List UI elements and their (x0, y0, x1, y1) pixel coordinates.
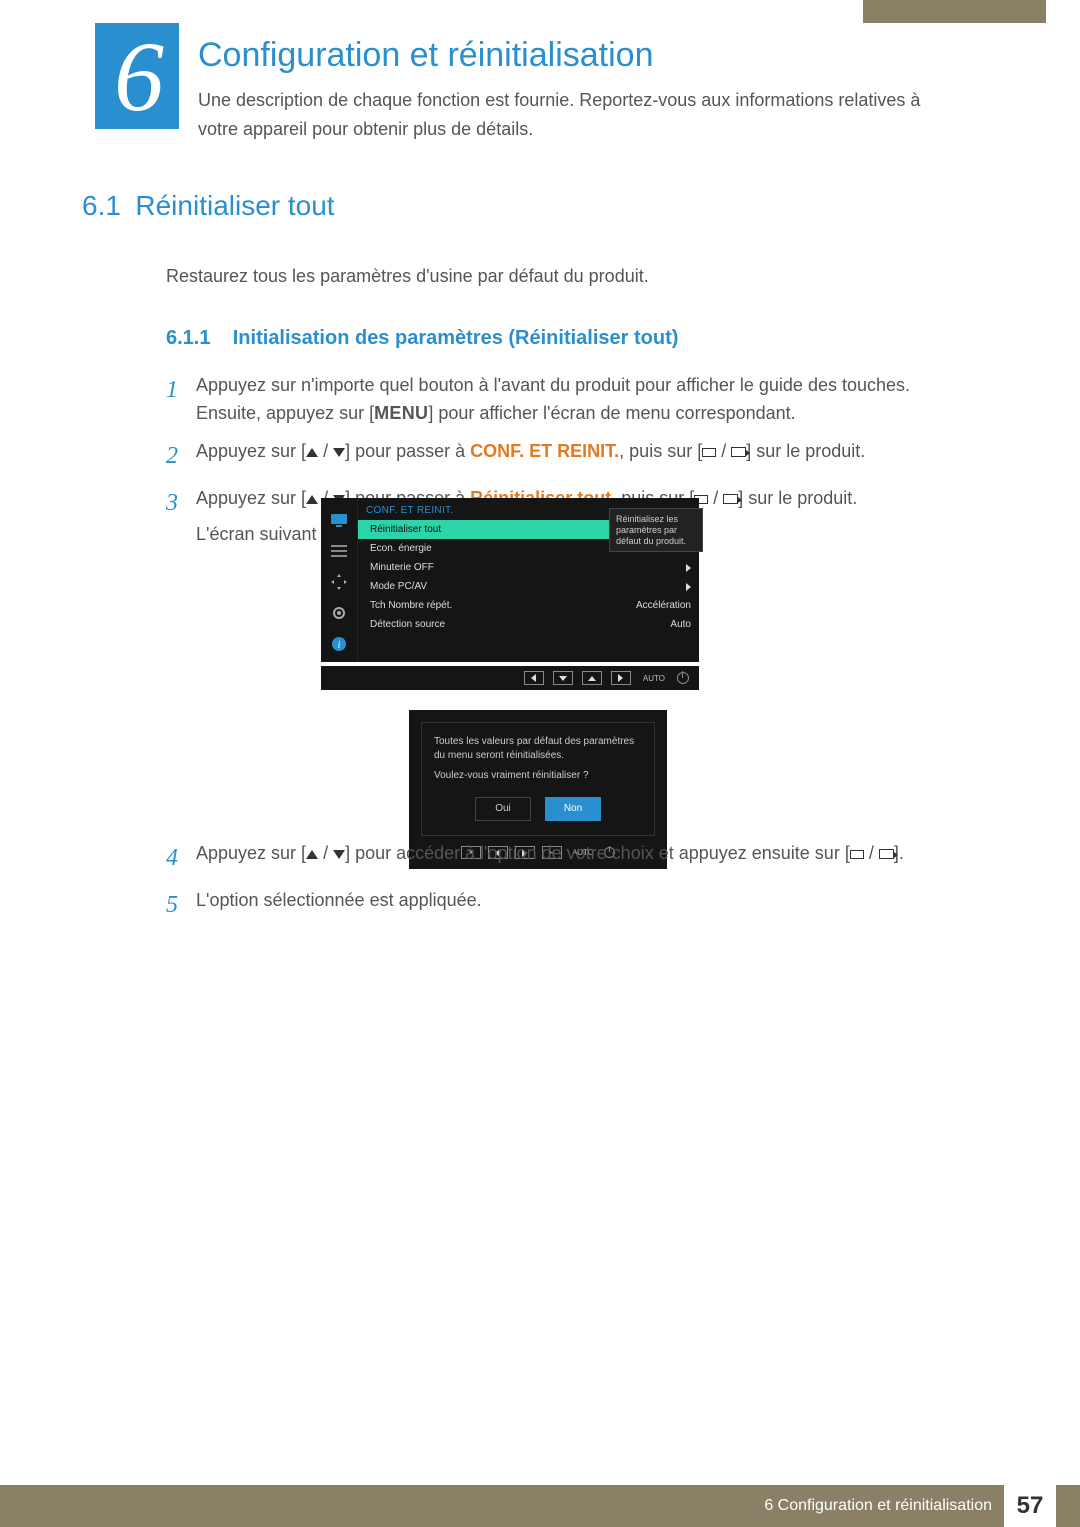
enter-icon (731, 447, 746, 457)
confirm-button-row: Oui Non (434, 797, 642, 821)
info-icon: i (328, 634, 350, 654)
down-arrow-icon (333, 448, 345, 457)
section-number: 6.1 (82, 190, 121, 221)
up-arrow-icon (306, 495, 318, 504)
chapter-number: 6 (114, 19, 160, 134)
up-arrow-icon (306, 850, 318, 859)
confirm-text-2: Voulez-vous vraiment réinitialiser ? (434, 769, 642, 783)
nav-down-icon (553, 671, 573, 685)
enter-icon (723, 494, 738, 504)
menu-key-label: MENU (374, 403, 428, 423)
screen-icon (702, 448, 716, 457)
power-icon (677, 672, 689, 684)
step-number: 5 (166, 887, 196, 924)
screen-icon (850, 850, 864, 859)
move-icon (328, 572, 350, 592)
osd-icon-column: i (321, 498, 358, 662)
subsection-number: 6.1.1 (166, 327, 210, 349)
step-text: L'option sélectionnée est appliquée. (196, 887, 962, 915)
subsection-title: 6.1.1 Initialisation des paramètres (Réi… (166, 327, 962, 350)
highlight-conf-et-reinit: CONF. ET REINIT. (470, 441, 619, 461)
confirm-yes-button: Oui (475, 797, 531, 821)
down-arrow-icon (333, 850, 345, 859)
step-number: 4 (166, 840, 196, 877)
section-description: Restaurez tous les paramètres d'usine pa… (166, 266, 962, 287)
chapter-number-box: 6 (95, 23, 179, 129)
osd-row-label: Econ. énergie (370, 543, 432, 554)
nav-right-icon (611, 671, 631, 685)
step-number: 2 (166, 438, 196, 475)
subsection-title-text: Initialisation des paramètres (Réinitial… (233, 327, 679, 349)
footer: 6 Configuration et réinitialisation 57 (0, 1485, 1080, 1527)
step-5: 5 L'option sélectionnée est appliquée. (166, 887, 962, 924)
osd-row: Détection source Auto (358, 615, 699, 634)
osd-row-value: Accélération (636, 600, 691, 611)
osd-tooltip: Réinitialisez les paramètres par défaut … (609, 508, 703, 552)
gear-icon (328, 603, 350, 623)
step-number: 3 (166, 485, 196, 522)
step-text: Appuyez sur n'importe quel bouton à l'av… (196, 372, 962, 428)
list-icon (328, 541, 350, 561)
osd-row-value: Auto (670, 619, 691, 630)
monitor-icon (328, 510, 350, 530)
svg-text:i: i (338, 640, 341, 651)
step-4: 4 Appuyez sur [ / ] pour accéder à l'opt… (166, 840, 962, 877)
chapter-description: Une description de chaque fonction est f… (198, 86, 938, 144)
nav-up-icon (582, 671, 602, 685)
confirm-no-button: Non (545, 797, 601, 821)
osd-menu-screenshot: i CONF. ET REINIT. Réinitialiser tout Ec… (321, 498, 699, 690)
osd-row-label: Détection source (370, 619, 445, 630)
footer-text: 6 Configuration et réinitialisation (764, 1497, 992, 1515)
nav-auto-label: AUTO (640, 674, 668, 683)
osd-row: Tch Nombre répét. Accélération (358, 596, 699, 615)
osd-row-label: Tch Nombre répét. (370, 600, 452, 611)
section-title: Réinitialiser tout (135, 190, 334, 221)
up-arrow-icon (306, 448, 318, 457)
osd-row: Mode PC/AV (358, 577, 699, 596)
osd-menu: i CONF. ET REINIT. Réinitialiser tout Ec… (321, 498, 699, 662)
osd-confirm-box: Toutes les valeurs par défaut des paramè… (421, 722, 655, 836)
step-text: Appuyez sur [ / ] pour accéder à l'optio… (196, 840, 962, 868)
osd-row-label: Mode PC/AV (370, 581, 427, 592)
step-text: Appuyez sur [ / ] pour passer à CONF. ET… (196, 438, 962, 466)
osd-row-label: Minuterie OFF (370, 562, 434, 573)
nav-left-icon (524, 671, 544, 685)
step-number: 1 (166, 372, 196, 409)
confirm-text-1: Toutes les valeurs par défaut des paramè… (434, 735, 642, 763)
right-arrow-icon (686, 564, 691, 572)
steps-lower: 4 Appuyez sur [ / ] pour accéder à l'opt… (166, 840, 962, 934)
page-number: 57 (1004, 1485, 1056, 1527)
osd-navbar: AUTO (321, 666, 699, 690)
right-arrow-icon (686, 583, 691, 591)
osd-row-label: Réinitialiser tout (370, 524, 441, 535)
step-1: 1 Appuyez sur n'importe quel bouton à l'… (166, 372, 962, 428)
osd-row: Minuterie OFF (358, 558, 699, 577)
chapter-title: Configuration et réinitialisation (198, 36, 653, 75)
top-accent-band (863, 0, 1046, 23)
enter-icon (879, 849, 894, 859)
step-2: 2 Appuyez sur [ / ] pour passer à CONF. … (166, 438, 962, 475)
